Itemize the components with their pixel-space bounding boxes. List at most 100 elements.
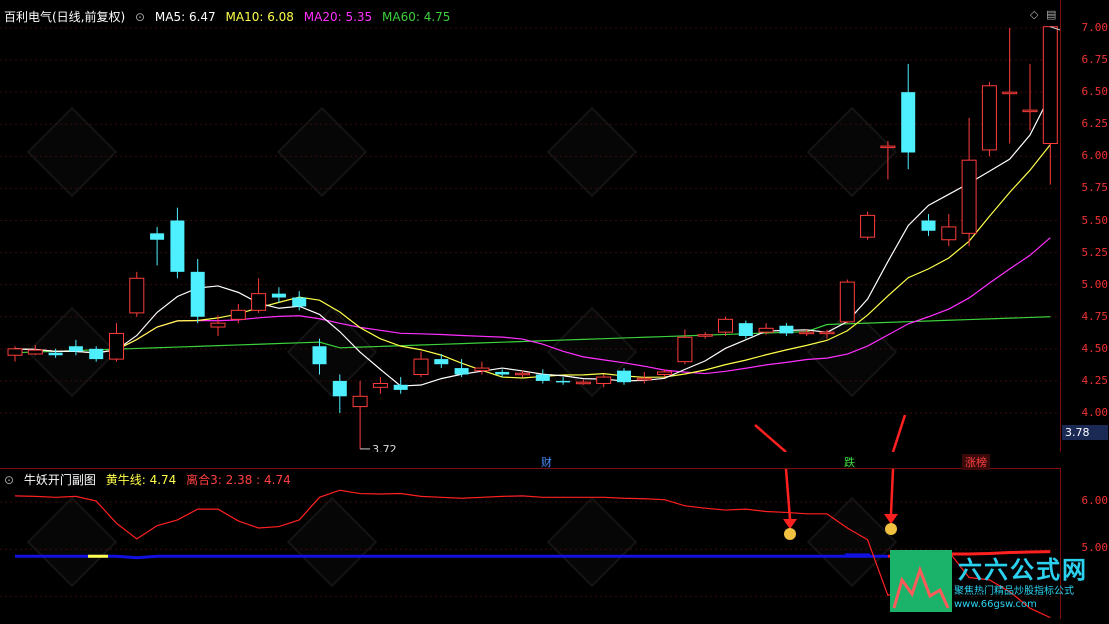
price-axis: 7.00 6.75 6.50 6.25 6.00 5.75 5.50 5.25 5.00 4.75… — [1060, 0, 1109, 452]
candle — [474, 361, 490, 375]
axis-tick-label: 6.50 — [1081, 85, 1109, 99]
candle — [170, 207, 185, 279]
candle — [575, 379, 591, 385]
candle-body — [1042, 26, 1058, 144]
candle — [981, 81, 997, 157]
candle-body — [901, 92, 916, 153]
candle-body — [758, 327, 774, 333]
axis-tick-label: 5.25 — [1081, 245, 1109, 259]
candle-body — [27, 349, 43, 355]
annotation-arrow — [784, 468, 792, 520]
candle-body — [860, 214, 876, 238]
candle-body — [190, 271, 205, 317]
candlestick-chart[interactable]: 7.013.72 — [0, 0, 1089, 456]
candle-body — [738, 323, 753, 336]
axis-tick-label: 6.00 — [1081, 494, 1109, 508]
candle-body — [332, 380, 347, 397]
candle-body — [677, 336, 693, 363]
candle — [190, 259, 205, 324]
candle — [901, 63, 916, 170]
candle — [921, 214, 936, 236]
candle — [839, 279, 855, 324]
candle — [434, 353, 449, 369]
ma60-line — [14, 316, 1051, 354]
candle — [7, 346, 23, 362]
indicator-title: 牛妖开门副图 — [23, 473, 96, 487]
candle-body — [880, 145, 896, 149]
candle — [393, 377, 408, 394]
candle-body — [596, 376, 612, 384]
candle-body — [292, 297, 307, 307]
candle — [718, 316, 733, 336]
candle — [617, 368, 631, 385]
candle-body — [921, 220, 936, 231]
candle-body — [7, 348, 23, 356]
candle-body — [352, 395, 368, 408]
settings-chevron-icon[interactable]: ⊙ — [135, 10, 145, 24]
candle-body — [515, 372, 530, 376]
candle-body — [372, 382, 388, 388]
candle-body — [636, 377, 652, 381]
candle — [150, 226, 165, 266]
candle — [68, 339, 83, 356]
axis-tick-label: 5.50 — [1081, 213, 1109, 227]
arrow-head-icon — [783, 519, 797, 529]
candle-body — [839, 281, 855, 323]
candle-body — [1022, 109, 1038, 113]
yellow-ox-line — [15, 554, 888, 560]
candle — [48, 348, 63, 358]
candle-body — [1002, 91, 1018, 95]
candle — [332, 374, 347, 413]
candle-body — [312, 346, 327, 365]
annotation-arrow — [754, 424, 787, 453]
low-label: 3.72 — [372, 443, 397, 452]
chevron-down-icon[interactable]: ⊙ — [4, 473, 14, 487]
arrow-head-icon — [884, 514, 898, 524]
candle — [697, 332, 713, 339]
candle — [352, 380, 368, 449]
candle — [738, 320, 753, 339]
site-logo: 六六公式网 聚焦热门精品炒股指标公式 www.66gsw.com — [890, 548, 1109, 619]
event-marker-finance[interactable]: 财 — [538, 454, 555, 470]
window-icon[interactable]: ▤ — [1046, 8, 1056, 21]
candle — [251, 278, 267, 313]
candle-body — [819, 331, 835, 335]
candle-body — [575, 381, 591, 385]
candle — [129, 271, 145, 317]
candle-body — [961, 159, 977, 234]
candle-body — [657, 371, 673, 375]
candle-body — [48, 352, 63, 356]
axis-tick-label: 4.00 — [1081, 406, 1109, 419]
candle — [819, 329, 835, 339]
candle-body — [617, 370, 631, 383]
candle-body — [170, 220, 185, 272]
candle — [941, 214, 957, 247]
axis-tick-label: 6.75 — [1081, 53, 1109, 67]
candle — [1022, 63, 1038, 131]
candle-body — [454, 368, 469, 375]
candle-body — [434, 359, 449, 365]
candle — [1002, 28, 1018, 144]
ma10-line — [14, 144, 1051, 379]
ma60-label: MA60: 4.75 — [382, 10, 451, 24]
sub-legend: ⊙ 牛妖开门副图 黄牛线: 4.74 离合3: 2.38 : 4.74 — [4, 471, 297, 488]
candle-body — [941, 226, 957, 241]
candle-body — [535, 374, 550, 381]
candle-body — [981, 85, 997, 151]
ma5-label: MA5: 6.47 — [154, 10, 216, 24]
diamond-icon[interactable]: ◇ — [1030, 8, 1038, 21]
candle-body — [150, 233, 165, 240]
axis-tick-label: 7.00 — [1081, 21, 1109, 34]
axis-tick-label: 6.00 — [1081, 149, 1109, 163]
ma20-line — [14, 237, 1051, 375]
annotation-arrow — [891, 414, 907, 453]
candle — [413, 351, 429, 378]
event-marker-rank[interactable]: 涨榜 — [962, 454, 990, 470]
axis-tick-label: 4.75 — [1081, 309, 1109, 323]
candle — [27, 344, 43, 356]
event-marker-fall[interactable]: 跌 — [841, 454, 858, 470]
ma10-label: MA10: 6.08 — [225, 10, 294, 24]
main-chart-panel[interactable]: 7.013.72 — [0, 0, 1089, 456]
candle-body — [129, 277, 145, 314]
candle-body — [89, 348, 104, 360]
